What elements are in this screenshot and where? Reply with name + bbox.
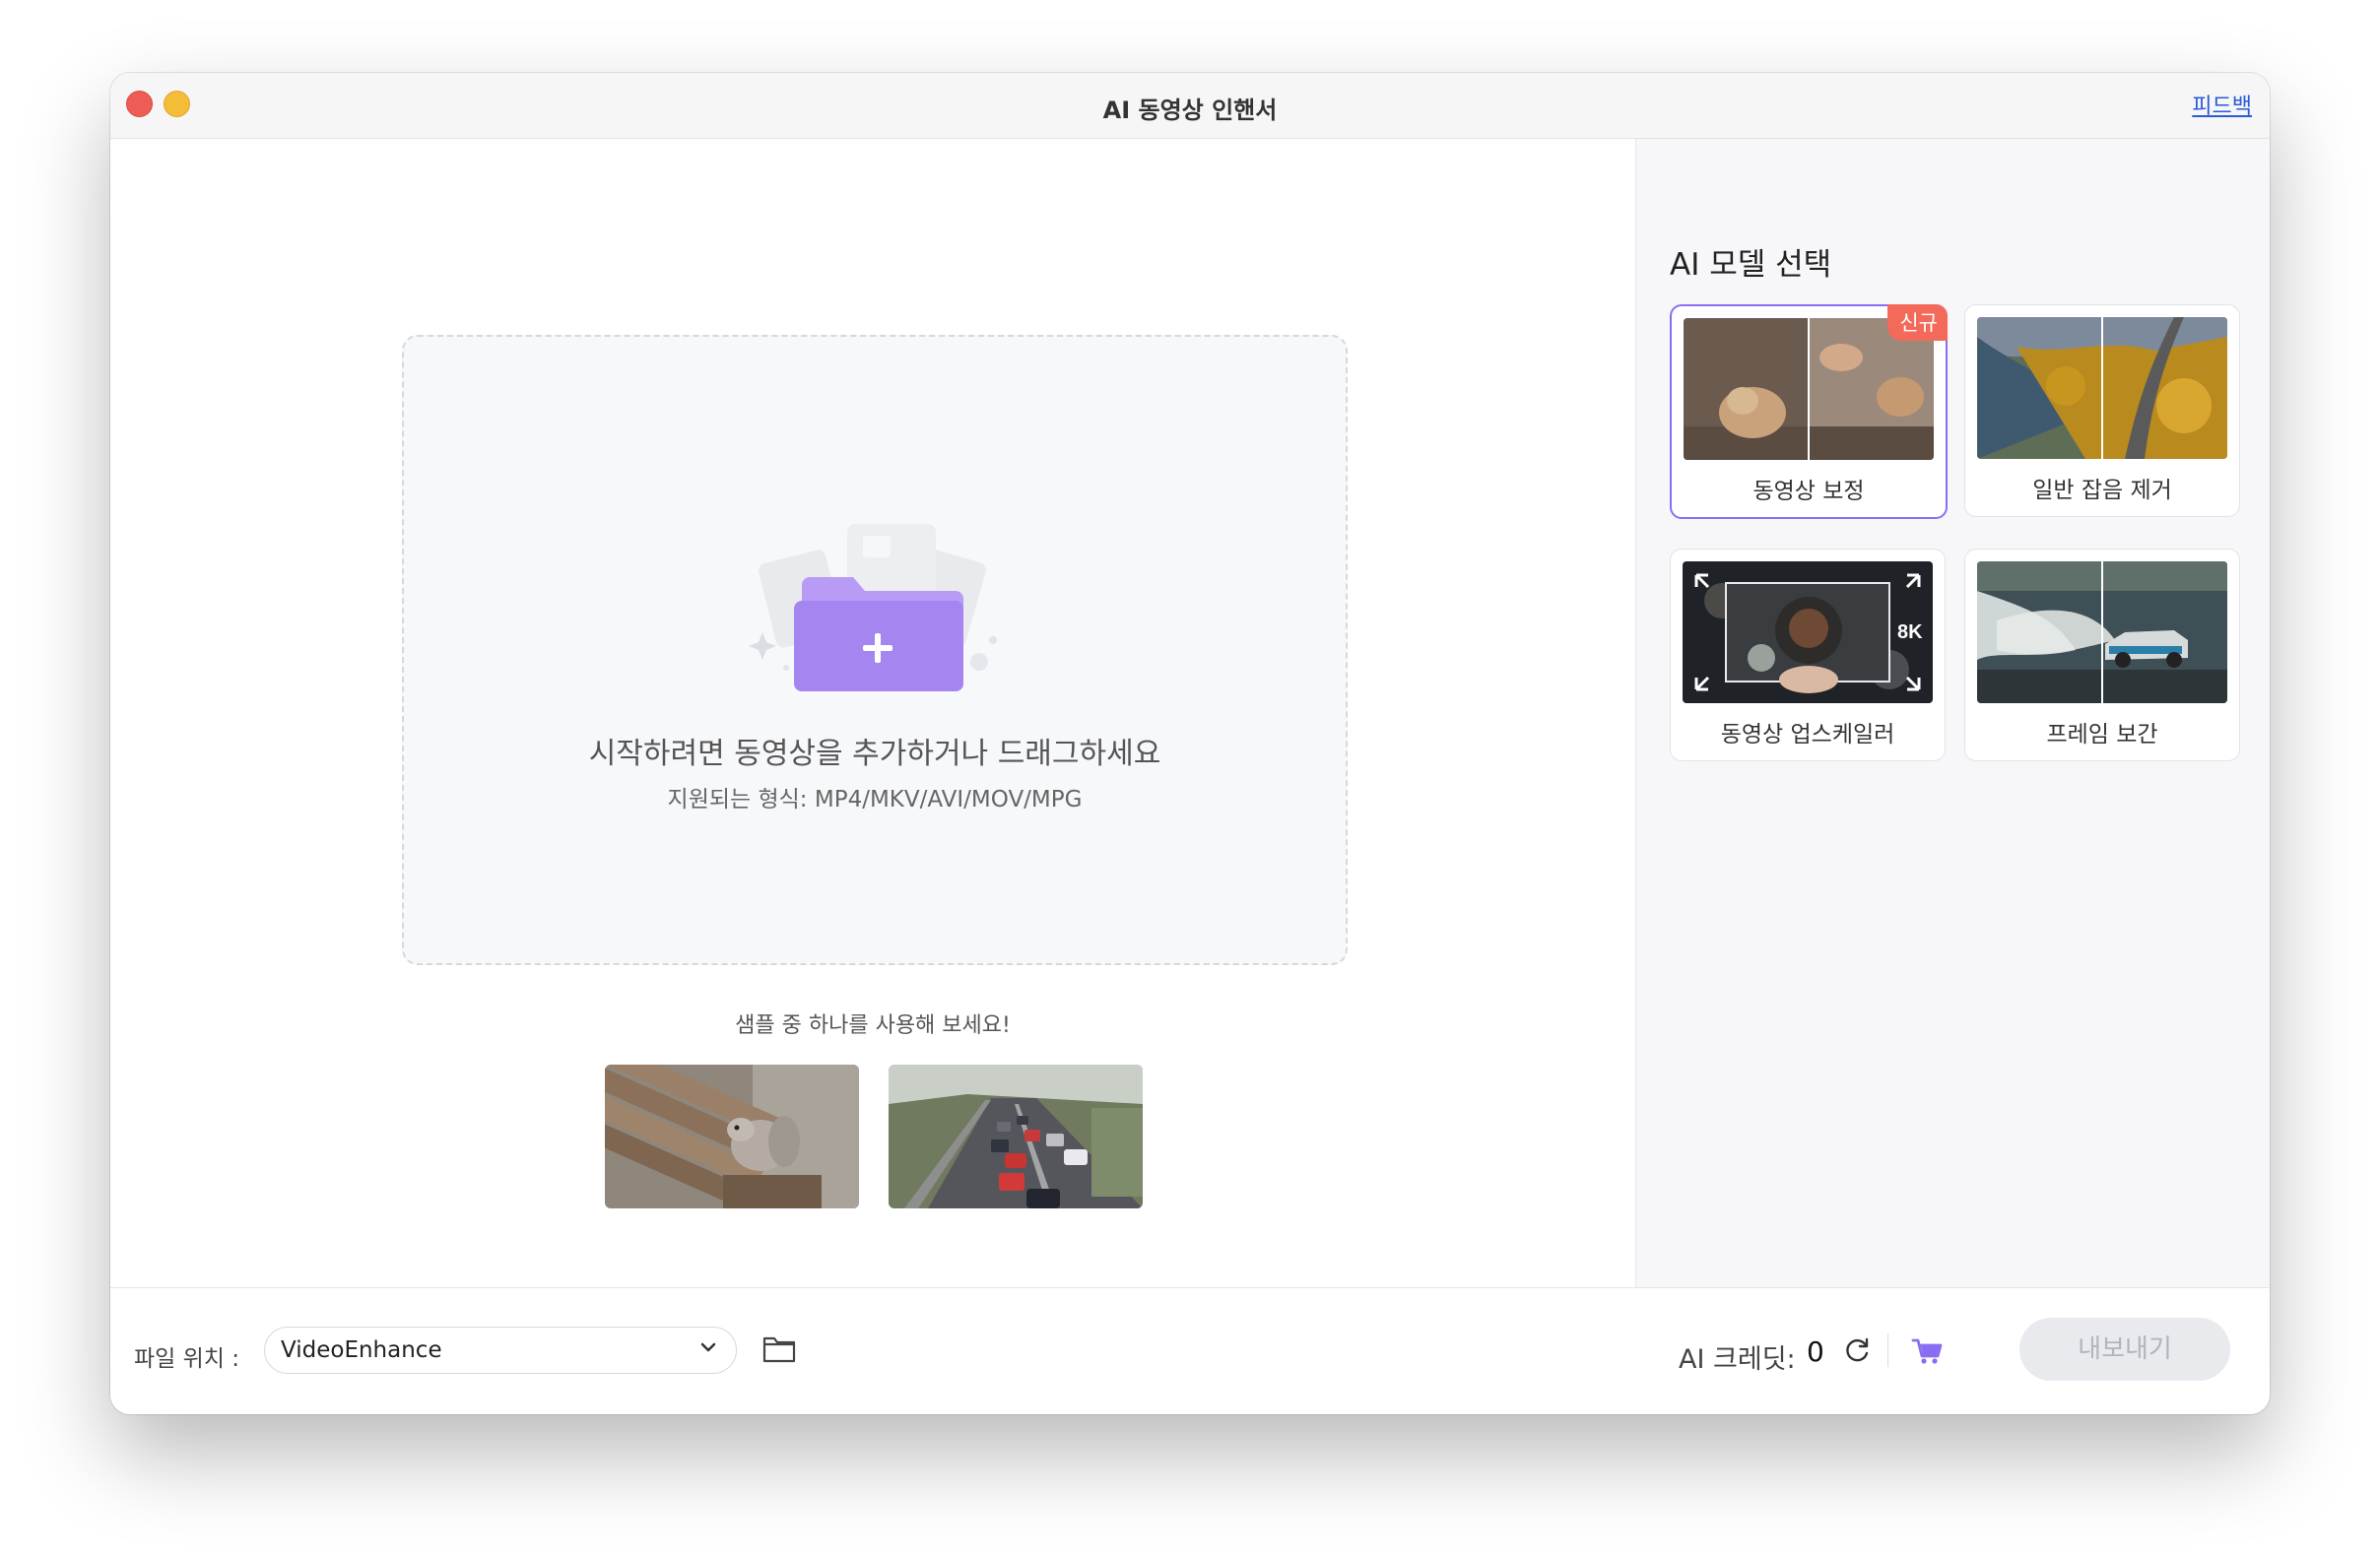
- model-card-denoise[interactable]: 일반 잡음 제거: [1964, 304, 2240, 517]
- highway-image: [889, 1065, 1143, 1208]
- model-label: 동영상 업스케일러: [1720, 722, 1895, 748]
- main-panel: 시작하려면 동영상을 추가하거나 드래그하세요 지원되는 형식: MP4/MKV…: [110, 139, 1635, 1287]
- sample-highway-thumbnail[interactable]: [889, 1065, 1143, 1208]
- sample-squirrel-thumbnail[interactable]: [605, 1065, 859, 1208]
- upscale-8k-text: 8K: [1897, 621, 1923, 643]
- chevron-down-icon: [700, 1342, 716, 1352]
- samples-label: 샘플 중 하나를 사용해 보세요!: [735, 1013, 1011, 1038]
- model-card-frame-interpolation[interactable]: 프레임 보간: [1964, 549, 2240, 761]
- model-sidebar: AI 모델 선택 신규 동영상 보정 일반 잡음 제거 8K 동영상 업스케일러…: [1635, 139, 2270, 1287]
- file-location-value: VideoEnhance: [281, 1337, 442, 1363]
- feedback-link[interactable]: 피드백: [2192, 89, 2252, 120]
- footer-bar: 파일 위치 : VideoEnhance AI 크레딧: 0 내보내기: [110, 1287, 2270, 1414]
- denoise-thumbnail: [1977, 317, 2227, 459]
- open-folder-icon[interactable]: [760, 1330, 798, 1367]
- refresh-icon[interactable]: [1840, 1333, 1874, 1367]
- export-button[interactable]: 내보내기: [2019, 1318, 2230, 1381]
- upscaler-thumbnail: 8K: [1683, 561, 1933, 703]
- supported-formats: 지원되는 형식: MP4/MKV/AVI/MOV/MPG: [667, 787, 1083, 812]
- app-window: AI 동영상 인핸서 피드백 시작하려면 동영상을 추가하거나 드래그하세요 지…: [110, 73, 2270, 1414]
- window-title: AI 동영상 인핸서: [1102, 97, 1278, 124]
- new-badge: 신규: [1887, 304, 1948, 341]
- model-card-video-enhance[interactable]: 신규 동영상 보정: [1670, 304, 1948, 519]
- folder-add-icon: [749, 524, 997, 691]
- video-drop-zone[interactable]: 시작하려면 동영상을 추가하거나 드래그하세요 지원되는 형식: MP4/MKV…: [402, 335, 1348, 965]
- file-location-label: 파일 위치 :: [134, 1346, 240, 1372]
- ai-credit-value: 0: [1807, 1335, 1824, 1368]
- drop-zone-title: 시작하려면 동영상을 추가하거나 드래그하세요: [588, 737, 1161, 771]
- squirrel-image: [605, 1065, 859, 1208]
- model-label: 프레임 보간: [2046, 722, 2158, 748]
- model-label: 일반 잡음 제거: [2032, 478, 2172, 503]
- title-bar: AI 동영상 인핸서 피드백: [110, 73, 2270, 139]
- file-location-dropdown[interactable]: VideoEnhance: [264, 1327, 737, 1374]
- frame-interpolation-thumbnail: [1977, 561, 2227, 703]
- ai-credit-label: AI 크레딧:: [1679, 1344, 1796, 1375]
- cart-icon[interactable]: [1909, 1333, 1945, 1369]
- model-label: 동영상 보정: [1752, 479, 1865, 504]
- model-select-title: AI 모델 선택: [1670, 247, 1832, 283]
- footer-divider: [1887, 1333, 1888, 1367]
- model-card-upscaler[interactable]: 8K 동영상 업스케일러: [1670, 549, 1946, 761]
